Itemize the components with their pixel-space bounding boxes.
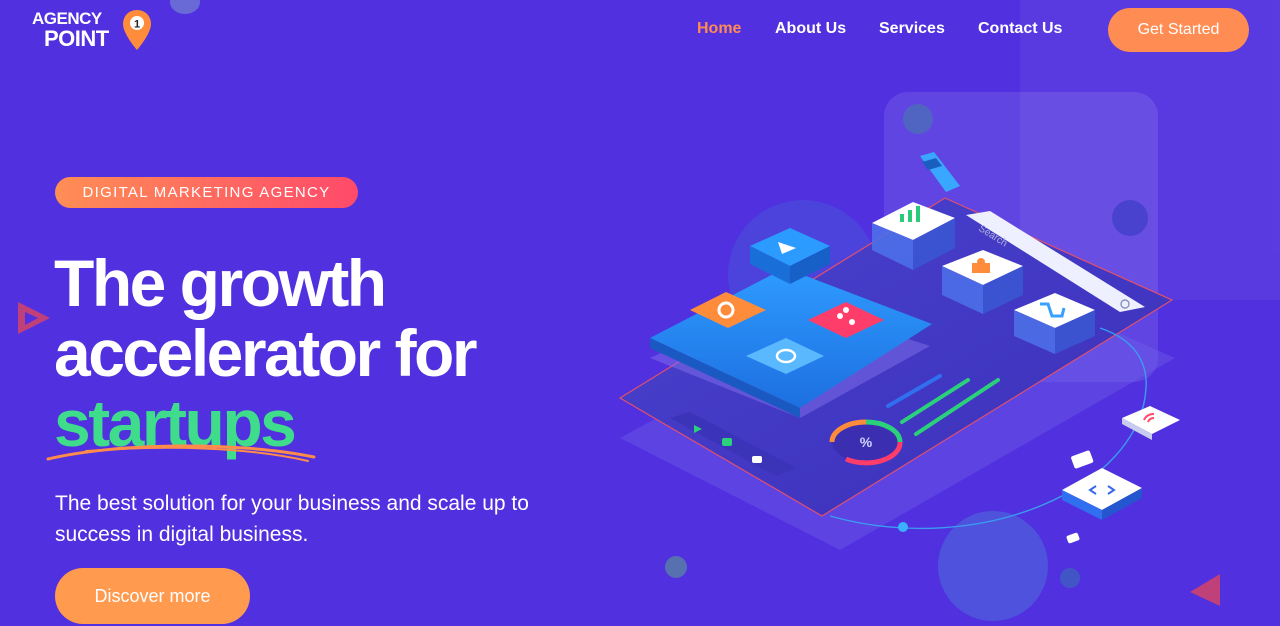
decor-circle bbox=[903, 104, 933, 134]
decor-circle bbox=[938, 511, 1048, 621]
get-started-button[interactable]: Get Started bbox=[1108, 8, 1249, 52]
underline-swash-decoration bbox=[46, 444, 316, 462]
decor-triangle bbox=[18, 302, 50, 334]
headline-line2: accelerator for bbox=[54, 316, 478, 390]
hero-subtext: The best solution for your business and … bbox=[55, 492, 529, 546]
percent-symbol: % bbox=[860, 434, 873, 450]
discover-more-button[interactable]: Discover more bbox=[55, 568, 250, 624]
decor-circle bbox=[170, 0, 200, 14]
camera-small-icon bbox=[722, 438, 732, 446]
video-small-icon bbox=[752, 456, 762, 463]
headline-line1: The growth bbox=[54, 246, 387, 320]
nav-home[interactable]: Home bbox=[697, 20, 741, 38]
small-cube bbox=[1066, 532, 1080, 544]
decor-circle bbox=[1060, 568, 1080, 588]
decor-circle bbox=[1112, 200, 1148, 236]
nav-contact-us[interactable]: Contact Us bbox=[978, 20, 1062, 38]
decor-circle bbox=[665, 556, 687, 578]
hero-headline: The growth accelerator for startups bbox=[54, 248, 614, 458]
main-nav: Home About Us Services Contact Us bbox=[0, 20, 1280, 40]
small-cube bbox=[1071, 450, 1094, 469]
code-tile-icon bbox=[1062, 468, 1142, 520]
orbit-dot bbox=[898, 522, 908, 532]
nav-services[interactable]: Services bbox=[879, 20, 945, 38]
nav-about-us[interactable]: About Us bbox=[775, 20, 846, 38]
hero-illustration: Search % bbox=[618, 92, 1180, 621]
hero-badge: DIGITAL MARKETING AGENCY bbox=[55, 177, 358, 208]
